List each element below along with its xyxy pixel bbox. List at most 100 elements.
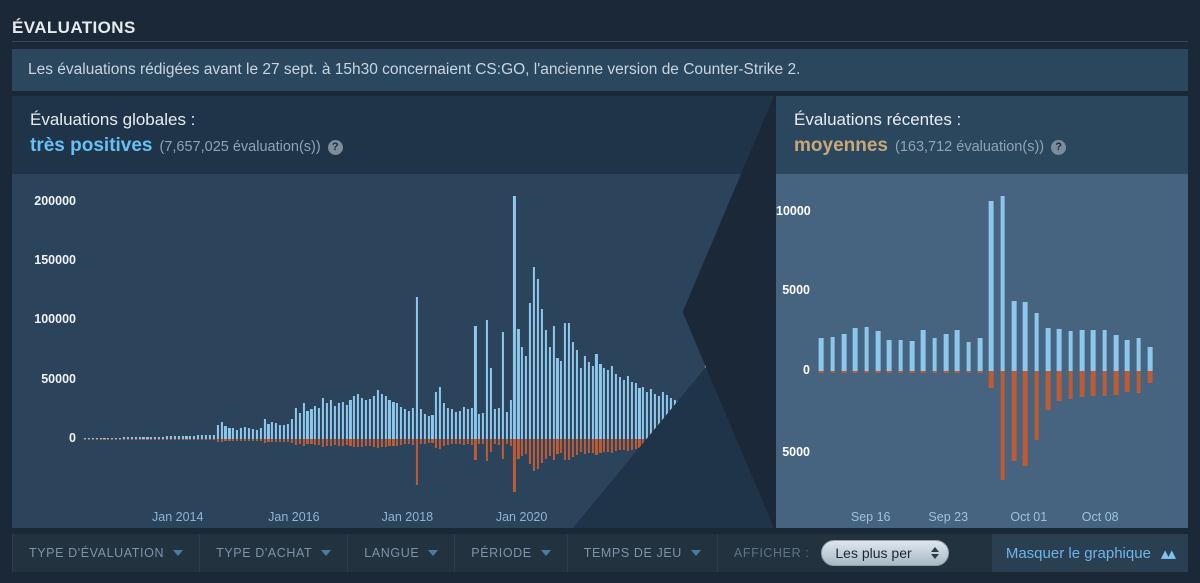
negative-bar — [107, 439, 110, 440]
negative-bar — [1079, 371, 1085, 398]
positive-bar — [642, 386, 645, 439]
negative-bar — [720, 439, 723, 453]
x-tick-label: Sep 23 — [928, 510, 969, 524]
help-icon[interactable]: ? — [1051, 139, 1067, 155]
y-tick-label: 150000 — [34, 253, 76, 268]
filter-2[interactable]: LANGUE — [348, 534, 456, 572]
positive-bar — [954, 330, 960, 371]
negative-bar — [505, 439, 508, 445]
positive-bar — [1022, 301, 1028, 371]
positive-bar — [614, 373, 618, 439]
positive-bar — [932, 338, 937, 371]
positive-bar — [247, 428, 250, 439]
positive-bar — [400, 406, 403, 439]
positive-bar — [376, 390, 379, 439]
chevron-double-up-icon: ▴▴ — [1160, 543, 1176, 563]
negative-bar — [650, 439, 653, 449]
filter-4[interactable]: TEMPS DE JEU — [567, 534, 718, 572]
negative-bar — [212, 439, 215, 440]
negative-bar — [243, 439, 247, 442]
negative-bar — [509, 439, 512, 447]
negative-bar — [197, 439, 200, 440]
positive-bar — [509, 399, 512, 439]
notice-text: Les évaluations rédigées avant le 27 sep… — [28, 61, 801, 78]
negative-bar — [470, 439, 473, 445]
filter-label: PÉRIODE — [471, 546, 532, 560]
negative-bar — [568, 439, 571, 461]
negative-bar — [446, 439, 450, 445]
review-filters-toolbar: TYPE D'ÉVALUATION TYPE D'ACHAT LANGUE PÉRIO… — [12, 534, 1188, 572]
negative-bar — [322, 439, 325, 447]
positive-bar — [236, 429, 239, 439]
positive-bar — [1056, 328, 1062, 371]
chevron-down-icon — [428, 550, 439, 556]
positive-bar — [396, 403, 399, 439]
negative-bar — [642, 439, 645, 449]
recent-review-histogram[interactable]: 10000 5000 0 5000 Sep 16 Sep 23 Oct 01 Oct 08 — [776, 174, 1188, 528]
positive-bar — [529, 302, 532, 439]
negative-bar — [275, 439, 278, 442]
positive-bar — [587, 361, 590, 439]
negative-bar — [532, 439, 536, 471]
positive-bar — [388, 399, 391, 439]
negative-bar — [349, 439, 352, 447]
negative-bar — [665, 439, 668, 448]
negative-bar — [396, 439, 399, 446]
stepper-icon[interactable] — [931, 547, 940, 559]
positive-bar — [875, 331, 881, 371]
y-tick-label: 5000 — [782, 445, 810, 460]
filter-label: TEMPS DE JEU — [583, 546, 682, 560]
negative-bar — [653, 439, 657, 448]
negative-bar — [122, 439, 125, 440]
negative-bar — [536, 439, 539, 469]
negative-bar — [677, 439, 680, 446]
negative-bar — [310, 439, 313, 445]
negative-bar — [611, 439, 614, 453]
recent-verdict: moyennes — [794, 135, 888, 156]
positive-bar — [525, 356, 528, 439]
positive-bar — [898, 339, 903, 371]
negative-bar — [630, 439, 633, 450]
negative-bar — [739, 439, 743, 496]
positive-bar — [818, 338, 824, 371]
positive-bar — [482, 412, 485, 439]
chevron-down-icon — [173, 550, 184, 556]
positive-bar — [646, 391, 649, 439]
positive-bar — [501, 332, 504, 439]
positive-bar — [650, 389, 653, 439]
hide-graph-button[interactable]: Masquer le graphique ▴▴ — [991, 534, 1188, 572]
positive-bar — [337, 403, 340, 439]
sort-order-select[interactable]: Les plus per — [821, 540, 950, 566]
chevron-down-icon — [690, 550, 701, 556]
filter-label: TYPE D'ACHAT — [216, 546, 313, 560]
positive-bar — [548, 346, 551, 439]
sort-order-value: Les plus per — [835, 545, 912, 561]
filter-3[interactable]: PÉRIODE — [455, 534, 568, 572]
negative-bar — [501, 439, 504, 459]
positive-bar — [333, 405, 336, 439]
help-icon[interactable]: ? — [327, 139, 343, 155]
overall-summary: Évaluations globales : très positives (7… — [12, 96, 774, 174]
positive-bar — [739, 201, 743, 439]
positive-bar — [415, 296, 418, 439]
overall-review-histogram[interactable]: 200000 150000 100000 50000 0 Jan 2014 Jan 201… — [12, 174, 760, 528]
negative-bar — [1000, 371, 1005, 480]
negative-bar — [486, 439, 489, 461]
positive-bar — [536, 278, 539, 439]
negative-bar — [544, 439, 547, 460]
negative-bar — [345, 439, 348, 446]
negative-bar — [646, 439, 649, 448]
positive-bar — [306, 410, 309, 439]
negative-bar — [329, 439, 332, 447]
negative-bar — [267, 439, 270, 442]
positive-bar — [349, 399, 352, 439]
y-tick-label: 0 — [803, 363, 810, 377]
filter-0[interactable]: TYPE D'ÉVALUATION — [12, 534, 201, 572]
negative-bar — [669, 439, 672, 447]
positive-bar — [341, 402, 344, 439]
x-tick-label: Jan 2018 — [381, 510, 434, 524]
positive-bar — [294, 408, 297, 439]
negative-bar — [1011, 371, 1017, 462]
positive-bar — [259, 428, 262, 439]
filter-1[interactable]: TYPE D'ACHAT — [200, 534, 349, 572]
